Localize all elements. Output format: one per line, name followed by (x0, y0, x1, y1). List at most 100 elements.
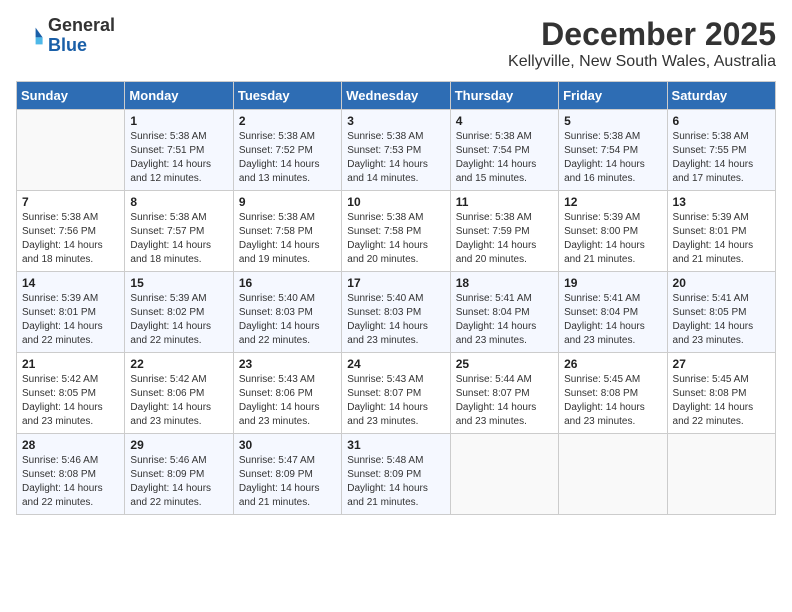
title-area: December 2025 Kellyville, New South Wale… (508, 16, 776, 71)
cell-content: Sunrise: 5:39 AM Sunset: 8:02 PM Dayligh… (130, 292, 227, 348)
calendar-table: SundayMondayTuesdayWednesdayThursdayFrid… (16, 81, 776, 515)
calendar-cell: 11 Sunrise: 5:38 AM Sunset: 7:59 PM Dayli… (450, 191, 558, 272)
month-title: December 2025 (508, 16, 776, 53)
calendar-cell: 9 Sunrise: 5:38 AM Sunset: 7:58 PM Daylig… (233, 191, 341, 272)
location-title: Kellyville, New South Wales, Australia (508, 53, 776, 71)
day-number: 18 (456, 276, 553, 290)
calendar-cell: 3Sunrise: 5:38 AM Sunset: 7:53 PM Daylig… (342, 110, 450, 191)
calendar-cell: 26 Sunrise: 5:45 AM Sunset: 8:08 PM Dayli… (559, 353, 667, 434)
calendar-week-row: 28 Sunrise: 5:46 AM Sunset: 8:08 PM Dayli… (17, 434, 776, 515)
cell-content: Sunrise: 5:46 AM Sunset: 8:09 PM Dayligh… (130, 454, 227, 510)
calendar-cell: 2 Sunrise: 5:38 AM Sunset: 7:52 PM Daylig… (233, 110, 341, 191)
day-header-thursday: Thursday (450, 82, 558, 110)
day-number: 4 (456, 114, 553, 128)
day-number: 6 (673, 114, 770, 128)
calendar-cell: 1Sunrise: 5:38 AM Sunset: 7:51 PM Daylig… (125, 110, 233, 191)
calendar-week-row: 21Sunrise: 5:42 AM Sunset: 8:05 PM Dayli… (17, 353, 776, 434)
calendar-cell: 4 Sunrise: 5:38 AM Sunset: 7:54 PM Daylig… (450, 110, 558, 191)
calendar-cell: 5Sunrise: 5:38 AM Sunset: 7:54 PM Daylig… (559, 110, 667, 191)
cell-content: Sunrise: 5:38 AM Sunset: 7:54 PM Dayligh… (456, 130, 553, 186)
day-number: 20 (673, 276, 770, 290)
calendar-cell (559, 434, 667, 515)
cell-content: Sunrise: 5:38 AM Sunset: 7:58 PM Dayligh… (239, 211, 336, 267)
day-number: 15 (130, 276, 227, 290)
day-number: 26 (564, 357, 661, 371)
cell-content: Sunrise: 5:39 AM Sunset: 8:01 PM Dayligh… (22, 292, 119, 348)
cell-content: Sunrise: 5:43 AM Sunset: 8:07 PM Dayligh… (347, 373, 444, 429)
logo: General Blue (16, 16, 115, 56)
day-number: 21 (22, 357, 119, 371)
calendar-body: 1Sunrise: 5:38 AM Sunset: 7:51 PM Daylig… (17, 110, 776, 515)
calendar-header-row: SundayMondayTuesdayWednesdayThursdayFrid… (17, 82, 776, 110)
day-number: 28 (22, 438, 119, 452)
day-header-friday: Friday (559, 82, 667, 110)
cell-content: Sunrise: 5:40 AM Sunset: 8:03 PM Dayligh… (239, 292, 336, 348)
cell-content: Sunrise: 5:40 AM Sunset: 8:03 PM Dayligh… (347, 292, 444, 348)
day-number: 1 (130, 114, 227, 128)
day-header-saturday: Saturday (667, 82, 775, 110)
day-number: 11 (456, 195, 553, 209)
calendar-cell: 20 Sunrise: 5:41 AM Sunset: 8:05 PM Dayli… (667, 272, 775, 353)
day-number: 24 (347, 357, 444, 371)
calendar-cell: 14 Sunrise: 5:39 AM Sunset: 8:01 PM Dayli… (17, 272, 125, 353)
calendar-cell (667, 434, 775, 515)
day-number: 22 (130, 357, 227, 371)
calendar-cell: 22 Sunrise: 5:42 AM Sunset: 8:06 PM Dayli… (125, 353, 233, 434)
cell-content: Sunrise: 5:46 AM Sunset: 8:08 PM Dayligh… (22, 454, 119, 510)
day-number: 8 (130, 195, 227, 209)
day-number: 17 (347, 276, 444, 290)
day-number: 7 (22, 195, 119, 209)
calendar-cell: 7 Sunrise: 5:38 AM Sunset: 7:56 PM Daylig… (17, 191, 125, 272)
calendar-cell: 17 Sunrise: 5:40 AM Sunset: 8:03 PM Dayli… (342, 272, 450, 353)
logo-blue: Blue (48, 36, 115, 56)
day-header-sunday: Sunday (17, 82, 125, 110)
day-number: 2 (239, 114, 336, 128)
calendar-cell: 29 Sunrise: 5:46 AM Sunset: 8:09 PM Dayli… (125, 434, 233, 515)
cell-content: Sunrise: 5:38 AM Sunset: 7:53 PM Dayligh… (347, 130, 444, 186)
day-header-wednesday: Wednesday (342, 82, 450, 110)
cell-content: Sunrise: 5:39 AM Sunset: 8:00 PM Dayligh… (564, 211, 661, 267)
calendar-cell: 13Sunrise: 5:39 AM Sunset: 8:01 PM Dayli… (667, 191, 775, 272)
day-header-tuesday: Tuesday (233, 82, 341, 110)
day-number: 27 (673, 357, 770, 371)
day-number: 29 (130, 438, 227, 452)
calendar-cell: 28 Sunrise: 5:46 AM Sunset: 8:08 PM Dayli… (17, 434, 125, 515)
day-number: 16 (239, 276, 336, 290)
calendar-cell: 8Sunrise: 5:38 AM Sunset: 7:57 PM Daylig… (125, 191, 233, 272)
cell-content: Sunrise: 5:45 AM Sunset: 8:08 PM Dayligh… (673, 373, 770, 429)
calendar-cell: 30 Sunrise: 5:47 AM Sunset: 8:09 PM Dayli… (233, 434, 341, 515)
cell-content: Sunrise: 5:41 AM Sunset: 8:04 PM Dayligh… (564, 292, 661, 348)
cell-content: Sunrise: 5:38 AM Sunset: 7:56 PM Dayligh… (22, 211, 119, 267)
cell-content: Sunrise: 5:38 AM Sunset: 7:52 PM Dayligh… (239, 130, 336, 186)
cell-content: Sunrise: 5:42 AM Sunset: 8:06 PM Dayligh… (130, 373, 227, 429)
calendar-cell: 24 Sunrise: 5:43 AM Sunset: 8:07 PM Dayli… (342, 353, 450, 434)
cell-content: Sunrise: 5:43 AM Sunset: 8:06 PM Dayligh… (239, 373, 336, 429)
calendar-cell: 21Sunrise: 5:42 AM Sunset: 8:05 PM Dayli… (17, 353, 125, 434)
day-number: 14 (22, 276, 119, 290)
day-number: 9 (239, 195, 336, 209)
day-number: 19 (564, 276, 661, 290)
day-number: 12 (564, 195, 661, 209)
calendar-week-row: 1Sunrise: 5:38 AM Sunset: 7:51 PM Daylig… (17, 110, 776, 191)
calendar-cell: 31Sunrise: 5:48 AM Sunset: 8:09 PM Dayli… (342, 434, 450, 515)
calendar-cell: 27 Sunrise: 5:45 AM Sunset: 8:08 PM Dayli… (667, 353, 775, 434)
cell-content: Sunrise: 5:41 AM Sunset: 8:05 PM Dayligh… (673, 292, 770, 348)
page-header: General Blue December 2025 Kellyville, N… (16, 16, 776, 71)
calendar-cell: 25Sunrise: 5:44 AM Sunset: 8:07 PM Dayli… (450, 353, 558, 434)
cell-content: Sunrise: 5:45 AM Sunset: 8:08 PM Dayligh… (564, 373, 661, 429)
calendar-cell: 12 Sunrise: 5:39 AM Sunset: 8:00 PM Dayli… (559, 191, 667, 272)
cell-content: Sunrise: 5:47 AM Sunset: 8:09 PM Dayligh… (239, 454, 336, 510)
logo-general: General (48, 16, 115, 36)
cell-content: Sunrise: 5:38 AM Sunset: 7:55 PM Dayligh… (673, 130, 770, 186)
day-number: 10 (347, 195, 444, 209)
day-number: 30 (239, 438, 336, 452)
cell-content: Sunrise: 5:38 AM Sunset: 7:59 PM Dayligh… (456, 211, 553, 267)
calendar-cell: 19 Sunrise: 5:41 AM Sunset: 8:04 PM Dayli… (559, 272, 667, 353)
calendar-cell: 6 Sunrise: 5:38 AM Sunset: 7:55 PM Daylig… (667, 110, 775, 191)
calendar-cell: 18Sunrise: 5:41 AM Sunset: 8:04 PM Dayli… (450, 272, 558, 353)
calendar-week-row: 7 Sunrise: 5:38 AM Sunset: 7:56 PM Daylig… (17, 191, 776, 272)
day-number: 25 (456, 357, 553, 371)
cell-content: Sunrise: 5:39 AM Sunset: 8:01 PM Dayligh… (673, 211, 770, 267)
day-number: 23 (239, 357, 336, 371)
calendar-cell: 16 Sunrise: 5:40 AM Sunset: 8:03 PM Dayli… (233, 272, 341, 353)
